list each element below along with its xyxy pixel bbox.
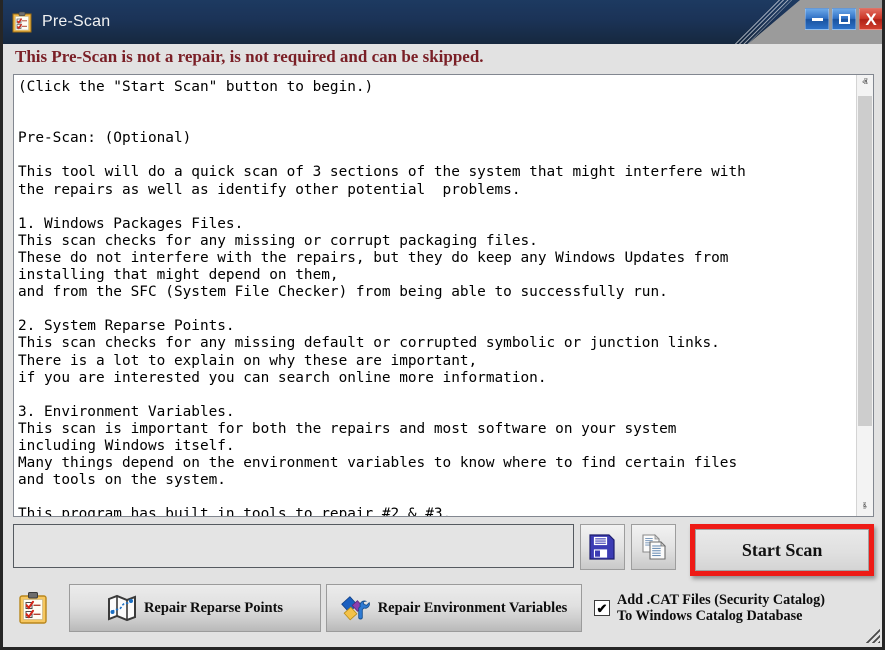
window-controls: X	[805, 8, 882, 30]
close-button[interactable]: X	[859, 8, 882, 30]
prescan-clipboard-button[interactable]	[15, 587, 51, 629]
save-button[interactable]	[579, 524, 625, 570]
copy-button[interactable]	[630, 524, 677, 570]
log-text[interactable]: (Click the "Start Scan" button to begin.…	[14, 75, 856, 516]
close-icon: X	[865, 9, 877, 29]
window-title: Pre-Scan	[42, 13, 111, 30]
prescan-notice: This Pre-Scan is not a repair, is not re…	[3, 44, 882, 74]
scrollbar-track[interactable]	[857, 92, 873, 499]
start-scan-highlight: Start Scan	[690, 524, 875, 576]
scroll-up-icon[interactable]: ⱏ	[857, 75, 873, 92]
title-bar[interactable]: Pre-Scan X	[3, 0, 882, 44]
log-textarea-container: (Click the "Start Scan" button to begin.…	[13, 74, 874, 517]
map-icon	[107, 594, 136, 622]
start-scan-button[interactable]: Start Scan	[695, 529, 870, 571]
repair-environment-variables-button[interactable]: Repair Environment Variables	[326, 584, 582, 632]
prescan-window: Pre-Scan X This Pre-Scan is not a repair…	[0, 0, 885, 650]
repair-reparse-points-button[interactable]: Repair Reparse Points	[69, 584, 321, 632]
bottom-panel: Start Scan Repair Reparse Points Repair …	[3, 517, 882, 645]
status-row: Start Scan	[3, 517, 882, 576]
scroll-down-icon[interactable]: ⱛ	[857, 499, 873, 516]
minimize-icon	[811, 17, 823, 21]
maximize-button[interactable]	[832, 8, 856, 30]
maximize-icon	[838, 14, 850, 24]
repair-environment-variables-label: Repair Environment Variables	[377, 599, 568, 616]
add-cat-files-label: Add .CAT Files (Security Catalog) To Win…	[617, 592, 825, 624]
floppy-disk-save-icon	[589, 534, 615, 560]
vertical-scrollbar[interactable]: ⱏ ⱛ	[856, 75, 873, 516]
blocks-wrench-icon	[340, 596, 370, 621]
minimize-button[interactable]	[805, 8, 829, 30]
add-cat-files-checkbox[interactable]: ✔ Add .CAT Files (Security Catalog) To W…	[594, 592, 825, 624]
checkbox-box[interactable]: ✔	[594, 600, 610, 616]
copy-documents-icon	[642, 534, 666, 560]
repair-reparse-points-label: Repair Reparse Points	[143, 599, 284, 616]
scrollbar-thumb[interactable]	[858, 96, 872, 426]
status-output-field[interactable]	[13, 524, 574, 568]
clipboard-checklist-icon	[19, 592, 47, 624]
action-row: Repair Reparse Points Repair Environment…	[3, 576, 882, 632]
checkmark-icon: ✔	[596, 600, 608, 616]
clipboard-checklist-icon	[12, 11, 32, 33]
